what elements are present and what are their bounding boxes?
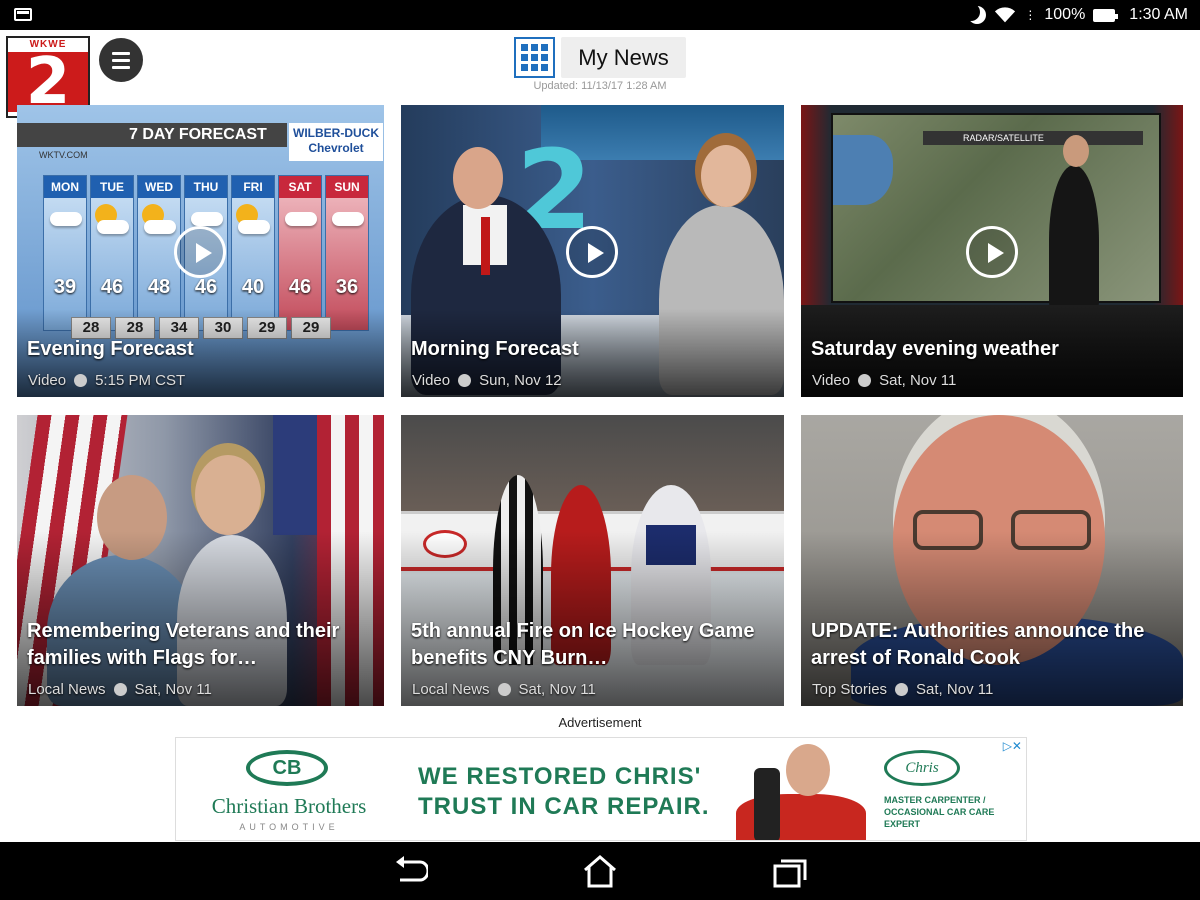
play-icon[interactable] [566,226,618,278]
card-title: Saturday evening weather [811,338,1059,360]
card-category: Video [812,372,851,389]
status-bar: ⋮ 100% 1:30 AM [0,0,1200,30]
separator-dot-icon [74,374,88,387]
notification-icon [14,8,32,21]
news-card[interactable]: 7 DAY FORECAST WILBER-DUCK Chevrolet WKT… [17,105,384,397]
card-category: Local News [28,681,106,698]
page-title[interactable]: My News [561,37,686,78]
card-meta: Video Sat, Nov 11 [812,372,956,389]
card-title: Evening Forecast [27,338,194,360]
recent-apps-icon[interactable] [773,858,807,888]
back-icon[interactable] [394,856,428,886]
card-category: Top Stories [812,681,888,698]
navigation-bar [0,842,1200,900]
wifi-icon [995,7,1016,23]
card-time: Sat, Nov 11 [916,681,994,698]
card-title: Morning Forecast [411,338,579,360]
play-icon[interactable] [966,226,1018,278]
logo-channel-number: 2 [25,45,71,118]
menu-button[interactable] [99,38,143,82]
grid-view-icon[interactable] [514,37,555,78]
card-time: Sat, Nov 11 [134,681,212,698]
card-meta: Local News Sat, Nov 11 [28,681,212,698]
battery-percent: 100% [1044,6,1086,23]
separator-dot-icon [895,683,909,696]
forecast-sponsor: WILBER-DUCK Chevrolet [289,123,383,161]
hamburger-icon-bar [112,51,130,55]
news-card[interactable]: Remembering Veterans and their families … [17,415,384,706]
card-time: Sat, Nov 11 [879,372,957,389]
card-meta: Video 5:15 PM CST [28,372,185,389]
card-title: 5th annual Fire on Ice Hockey Game benef… [411,620,755,669]
radar-header: RADAR/SATELLITE [923,131,1143,145]
hamburger-icon-bar [112,65,130,69]
ad-logo: CB [246,750,328,786]
card-time: Sat, Nov 11 [518,681,596,698]
play-icon[interactable] [174,226,226,278]
ad-person-image [736,742,866,840]
card-category: Video [412,372,451,389]
news-card[interactable]: UPDATE: Authorities announce the arrest … [801,415,1183,706]
ad-banner[interactable]: CB Christian Brothers AUTOMOTIVE WE REST… [175,737,1027,841]
forecast-banner: 7 DAY FORECAST [17,123,287,147]
ad-right-logo: Chris [884,750,960,786]
card-meta: Local News Sat, Nov 11 [412,681,596,698]
card-time: Sun, Nov 12 [479,372,562,389]
news-card[interactable]: RADAR/SATELLITE Saturday evening weather… [801,105,1183,397]
separator-dot-icon [858,374,872,387]
forecast-url: WKTV.COM [39,150,88,160]
ad-brand-sub: AUTOMOTIVE [239,822,339,832]
card-category: Video [28,372,67,389]
hamburger-icon-bar [112,58,130,62]
battery-icon [1093,8,1119,22]
separator-dot-icon [497,683,511,696]
separator-dot-icon [113,683,127,696]
signal-dots-icon: ⋮ [1024,8,1037,22]
forecast-day: TUE 46 [90,175,134,331]
card-time: 5:15 PM CST [95,372,186,389]
ad-caption: MASTER CARPENTER / OCCASIONAL CAR CARE E… [884,795,995,829]
ad-headline: WE RESTORED CHRIS' TRUST IN CAR REPAIR. [418,763,710,820]
card-meta: Top Stories Sat, Nov 11 [812,681,993,698]
news-card[interactable]: 2 Morning Forecast Video Sun, Nov 12 [401,105,784,397]
card-meta: Video Sun, Nov 12 [412,372,562,389]
forecast-day: SUN 36 [325,175,369,331]
clock: 1:30 AM [1129,6,1188,23]
home-icon[interactable] [582,854,618,888]
forecast-day: FRI 40 [231,175,275,331]
separator-dot-icon [458,374,472,387]
card-title: Remembering Veterans and their families … [27,620,340,669]
ad-brand: Christian Brothers [211,794,367,818]
forecast-day: MON 39 [43,175,87,331]
forecast-day: SAT 46 [278,175,322,331]
card-title: UPDATE: Authorities announce the arrest … [811,620,1145,669]
app-header: WKWE Channel 2 My News Updated: 11/13/17… [0,30,1200,118]
do-not-disturb-moon-icon [968,6,986,24]
ad-choices-close-icon[interactable]: ▷✕ [1003,739,1022,753]
updated-timestamp: Updated: 11/13/17 1:28 AM [533,80,667,92]
advertisement-label: Advertisement [558,715,642,730]
card-category: Local News [412,681,490,698]
news-card[interactable]: 5th annual Fire on Ice Hockey Game benef… [401,415,784,706]
